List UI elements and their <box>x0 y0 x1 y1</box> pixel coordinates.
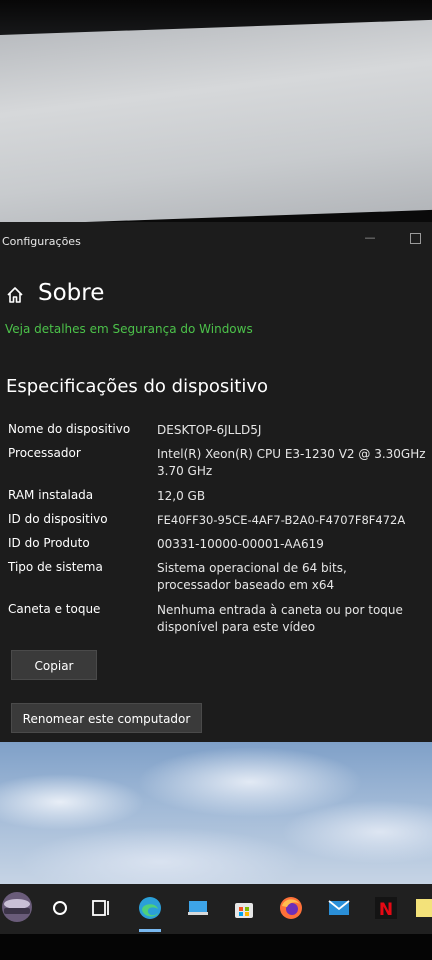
edge-icon[interactable] <box>136 894 164 922</box>
security-link[interactable]: Veja detalhes em Segurança do Windows <box>5 322 253 336</box>
photo-border-bottom <box>0 934 432 960</box>
spec-value: FE40FF30-95CE-4AF7-B2A0-F4707F8F472A <box>157 513 406 527</box>
copy-button[interactable]: Copiar <box>11 650 97 680</box>
spec-label: Caneta e toque <box>8 602 101 616</box>
netflix-icon[interactable]: N <box>372 894 400 922</box>
firefox-icon[interactable] <box>277 894 305 922</box>
spec-value: Nenhuma entrada à caneta ou por toque di… <box>157 603 403 634</box>
rename-pc-button[interactable]: Renomear este computador <box>11 703 202 733</box>
svg-text:N: N <box>379 900 393 920</box>
title-bar: Configurações — <box>0 222 432 258</box>
desktop-wallpaper-clouds <box>0 742 432 890</box>
window-title: Configurações <box>2 235 81 248</box>
cortana-icon[interactable] <box>46 894 74 922</box>
home-icon[interactable] <box>6 286 24 304</box>
spec-value: Intel(R) Xeon(R) CPU E3-1230 V2 @ 3.30GH… <box>157 447 426 478</box>
spec-value: DESKTOP-6JLLD5J <box>157 423 262 437</box>
spec-value: Sistema operacional de 64 bits, processa… <box>157 561 347 592</box>
desktop-wallpaper-top <box>0 19 432 225</box>
page-title: Sobre <box>38 280 105 306</box>
spec-value: 00331-10000-00001-AA619 <box>157 537 324 551</box>
mail-icon[interactable] <box>325 894 353 922</box>
maximize-button[interactable] <box>410 233 421 244</box>
task-view-icon[interactable] <box>87 894 115 922</box>
spec-label: Processador <box>8 446 81 460</box>
notes-icon[interactable] <box>414 894 432 922</box>
spec-label: ID do dispositivo <box>8 512 108 526</box>
spec-value: 12,0 GB <box>157 489 206 503</box>
taskbar: N <box>0 884 432 934</box>
start-icon[interactable] <box>0 890 34 924</box>
settings-window: Configurações — Sobre Veja detalhes em S… <box>0 222 432 742</box>
spec-label: RAM instalada <box>8 488 94 502</box>
store-icon[interactable] <box>230 894 258 922</box>
spec-label: Nome do dispositivo <box>8 422 131 436</box>
explorer-icon[interactable] <box>184 894 212 922</box>
active-app-indicator <box>139 929 161 932</box>
spec-label: ID do Produto <box>8 536 90 550</box>
spec-label: Tipo de sistema <box>8 560 103 574</box>
minimize-button[interactable]: — <box>364 232 376 244</box>
section-title: Especificações do dispositivo <box>6 376 269 397</box>
